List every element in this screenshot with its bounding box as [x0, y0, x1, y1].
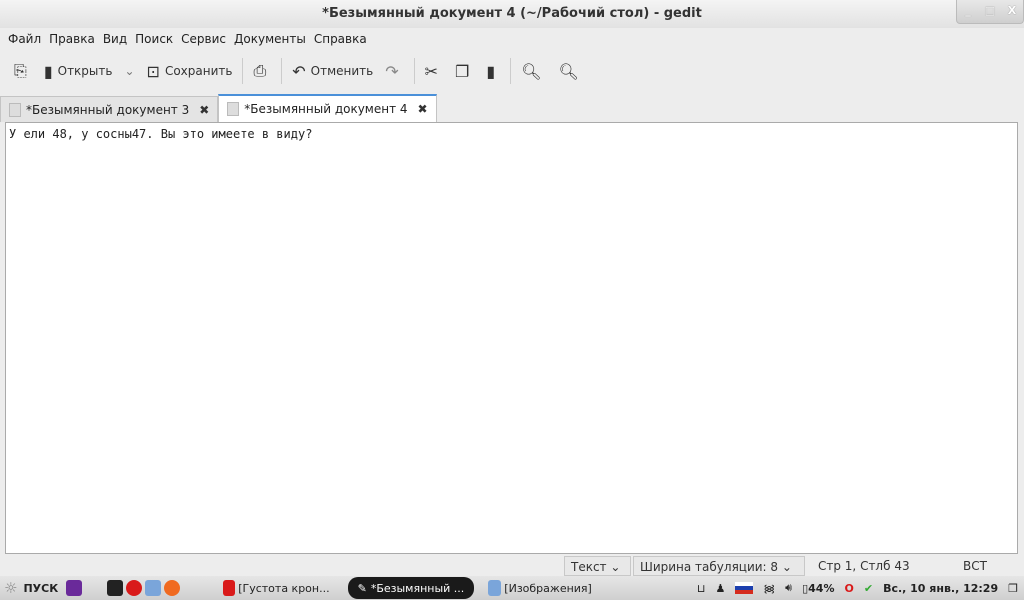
wifi-icon[interactable]: ᯼	[763, 581, 775, 596]
task-gedit[interactable]: ✎ *Безымянный ...	[347, 577, 475, 599]
open-icon: ▮	[43, 61, 53, 81]
tab-width-selector[interactable]: Ширина табуляции: 8 ⌄	[633, 556, 805, 576]
launchers	[103, 577, 187, 599]
tab-document-4[interactable]: *Безымянный документ 4 ✖	[218, 94, 437, 122]
menu-search[interactable]: Поиск	[131, 28, 177, 50]
undo-label: Отменить	[310, 64, 374, 78]
undo-icon: ↶	[292, 61, 306, 81]
app-x-icon	[66, 580, 83, 596]
opera-tray-icon[interactable]: O	[844, 582, 853, 595]
close-button[interactable]: X	[1001, 0, 1023, 23]
paste-icon: ▮	[486, 61, 496, 81]
task-images[interactable]: [Изображения]	[484, 577, 596, 599]
chevron-down-icon: ⌄	[124, 64, 135, 78]
replace-button[interactable]: 🔍︎	[553, 56, 590, 86]
task-label: *Безымянный ...	[370, 581, 465, 595]
open-recent-dropdown[interactable]: ⌄	[118, 56, 140, 86]
close-tab-icon[interactable]: ✖	[199, 103, 209, 117]
document-icon	[227, 102, 240, 116]
task-opera[interactable]: [Густота крон...	[219, 577, 333, 599]
separator	[510, 58, 512, 84]
print-button[interactable]: ⎙	[247, 56, 277, 86]
undo-button[interactable]: ↶ Отменить	[286, 56, 379, 86]
start-label: ПУСК	[23, 581, 59, 595]
menu-view[interactable]: Вид	[99, 28, 131, 50]
tab-width-label: Ширина табуляции: 8	[640, 560, 779, 574]
text-editor[interactable]: У ели 48, у сосны47. Вы это имеете в вид…	[5, 122, 1018, 554]
search-replace-icon: 🔍︎	[558, 61, 579, 81]
window-title: *Безымянный документ 4 (~/Рабочий стол) …	[322, 6, 702, 21]
tab-label: *Безымянный документ 3	[26, 102, 190, 117]
task-label: [Изображения]	[504, 581, 592, 595]
new-document-icon: ⎘	[14, 61, 27, 80]
editor-text: У ели 48, у сосны47. Вы это имеете в вид…	[9, 127, 313, 141]
scissors-icon: ✂	[424, 61, 439, 81]
toolbar: ⎘ ▮ Открыть ⌄ ⊡ Сохранить ⎙ ↶ Отменить ↷ ✂ …	[0, 52, 590, 90]
open-button[interactable]: ▮ Открыть	[38, 56, 119, 86]
menu-help[interactable]: Справка	[310, 28, 371, 50]
opera-icon	[223, 580, 236, 596]
save-label: Сохранить	[164, 64, 233, 78]
title-bar: *Безымянный документ 4 (~/Рабочий стол) …	[0, 0, 1024, 28]
insert-mode: ВСТ	[963, 559, 987, 573]
cursor-position: Стр 1, Стлб 43	[818, 559, 910, 573]
paste-button[interactable]: ▮	[480, 56, 506, 86]
new-document-button[interactable]: ⎘	[8, 56, 38, 86]
tab-label: *Безымянный документ 4	[244, 102, 408, 116]
gear-icon: ☼	[4, 579, 18, 597]
keyboard-layout-flag-icon[interactable]	[735, 582, 754, 594]
battery-indicator[interactable]: ▯44%	[802, 582, 834, 595]
window-controls: _ □ X	[956, 0, 1024, 24]
folder-icon	[488, 580, 502, 596]
close-tab-icon[interactable]: ✖	[418, 102, 428, 116]
separator	[413, 58, 415, 84]
clock[interactable]: Вс., 10 янв., 12:29	[883, 582, 998, 595]
mail-icon[interactable]	[164, 580, 181, 596]
document-icon	[9, 102, 21, 117]
menu-edit[interactable]: Правка	[45, 28, 99, 50]
start-button[interactable]: ☼ ПУСК	[0, 577, 62, 599]
document-tabs: *Безымянный документ 3 ✖ *Безымянный доку…	[0, 94, 437, 122]
chevron-down-icon: ⌄	[781, 560, 792, 574]
shield-check-icon[interactable]: ✔	[864, 582, 873, 595]
separator	[242, 58, 244, 84]
language-selector[interactable]: Текст ⌄	[564, 556, 631, 576]
copy-icon: ❐	[455, 61, 470, 81]
opera-icon[interactable]	[126, 580, 143, 596]
pencil-icon: ✎	[357, 581, 367, 595]
task-label: [Густота крон...	[238, 581, 330, 595]
desktop-icon[interactable]: ⊔	[697, 582, 706, 595]
cut-button[interactable]: ✂	[419, 56, 449, 86]
redo-button[interactable]: ↷	[379, 56, 409, 86]
maximize-button[interactable]: □	[979, 0, 1001, 23]
menu-tools[interactable]: Сервис	[177, 28, 230, 50]
terminal-icon[interactable]	[107, 580, 124, 596]
folder-icon[interactable]	[145, 580, 162, 596]
taskbar: ☼ ПУСК [Густота крон... ✎ *Безымянный ... …	[0, 576, 1024, 600]
save-icon: ⊡	[146, 61, 160, 81]
menu-file[interactable]: Файл	[4, 28, 45, 50]
separator	[281, 58, 283, 84]
menu-documents[interactable]: Документы	[230, 28, 310, 50]
launcher-x[interactable]	[62, 577, 89, 599]
status-bar: Текст ⌄ Ширина табуляции: 8 ⌄ Стр 1, Стл…	[0, 556, 1024, 576]
show-windows-icon[interactable]: ❐	[1008, 582, 1018, 595]
print-icon: ⎙	[253, 61, 267, 80]
menu-bar: Файл Правка Вид Поиск Сервис Документы С…	[0, 28, 371, 50]
battery-label: 44%	[808, 581, 835, 595]
search-icon: 🔍︎	[521, 61, 542, 81]
user-icon[interactable]: ♟	[715, 582, 725, 595]
system-tray: ⊔ ♟ ᯼ 🔊︎ ▯44% O ✔ Вс., 10 янв., 12:29 ❐	[697, 581, 1024, 596]
tab-document-3[interactable]: *Безымянный документ 3 ✖	[0, 96, 219, 122]
minimize-button[interactable]: _	[957, 0, 979, 23]
copy-button[interactable]: ❐	[449, 56, 480, 86]
open-label: Открыть	[57, 64, 113, 78]
chevron-down-icon: ⌄	[610, 560, 621, 574]
save-button[interactable]: ⊡ Сохранить	[141, 56, 239, 86]
redo-icon: ↷	[385, 61, 399, 81]
find-button[interactable]: 🔍︎	[515, 56, 552, 86]
language-label: Текст	[571, 560, 607, 574]
volume-icon[interactable]: 🔊︎	[785, 581, 792, 595]
